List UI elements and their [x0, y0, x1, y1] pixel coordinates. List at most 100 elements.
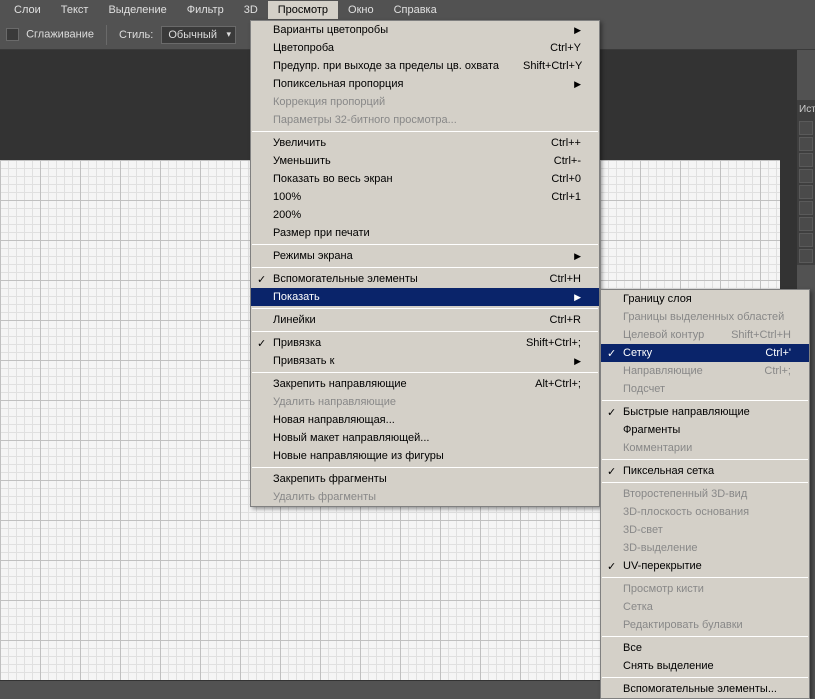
menu-shortcut: Ctrl+Y [526, 42, 581, 54]
menu-item-label: Удалить направляющие [273, 396, 396, 408]
menu-item-label: Размер при печати [273, 227, 370, 239]
menu-item[interactable]: Новая направляющая... [251, 411, 599, 429]
menu-item[interactable]: ✓СеткуCtrl+' [601, 344, 809, 362]
menu-shortcut: Ctrl+; [740, 365, 791, 377]
menubar-item-окно[interactable]: Окно [338, 1, 384, 19]
menubar-item-фильтр[interactable]: Фильтр [177, 1, 234, 19]
menu-item[interactable]: Показать▶ [251, 288, 599, 306]
menu-item-label: Привязать к [273, 355, 334, 367]
menu-item[interactable]: Предупр. при выходе за пределы цв. охват… [251, 57, 599, 75]
menu-item-label: Увеличить [273, 137, 326, 149]
panel-slot[interactable] [799, 233, 813, 247]
menu-item-label: 100% [273, 191, 301, 203]
menu-item[interactable]: Фрагменты [601, 421, 809, 439]
smoothing-checkbox-wrap[interactable]: Сглаживание [6, 28, 94, 41]
menu-item: НаправляющиеCtrl+; [601, 362, 809, 380]
menu-item-label: Режимы экрана [273, 250, 353, 262]
menu-item[interactable]: Границу слоя [601, 290, 809, 308]
menu-item[interactable]: Привязать к▶ [251, 352, 599, 370]
menu-item[interactable]: ✓Пиксельная сетка [601, 462, 809, 480]
menu-item[interactable]: ✓Вспомогательные элементыCtrl+H [251, 270, 599, 288]
menu-item[interactable]: ✓UV-перекрытие [601, 557, 809, 575]
panel-slot[interactable] [799, 153, 813, 167]
menu-item: 3D-свет [601, 521, 809, 539]
menu-item-label: Фрагменты [623, 424, 680, 436]
menubar-item-3d[interactable]: 3D [234, 1, 268, 19]
menu-item[interactable]: 100%Ctrl+1 [251, 188, 599, 206]
menu-item[interactable]: Режимы экрана ▶ [251, 247, 599, 265]
show-submenu: Границу слояГраницы выделенных областейЦ… [600, 289, 810, 699]
menu-item[interactable]: 200% [251, 206, 599, 224]
style-label: Стиль: [119, 29, 153, 41]
menu-item[interactable]: ✓ПривязкаShift+Ctrl+; [251, 334, 599, 352]
menu-item[interactable]: ЦветопробаCtrl+Y [251, 39, 599, 57]
menu-item: Сетка [601, 598, 809, 616]
panel-slot[interactable] [799, 137, 813, 151]
toolbar-separator [106, 25, 107, 45]
menu-item[interactable]: Размер при печати [251, 224, 599, 242]
menu-item-label: Варианты цветопробы [273, 24, 388, 36]
menu-item-label: Новые направляющие из фигуры [273, 450, 444, 462]
menu-item[interactable]: ЛинейкиCtrl+R [251, 311, 599, 329]
menu-item-label: Новый макет направляющей... [273, 432, 429, 444]
menu-item[interactable]: Варианты цветопробы▶ [251, 21, 599, 39]
menu-item: Просмотр кисти [601, 580, 809, 598]
menu-item: Второстепенный 3D-вид [601, 485, 809, 503]
history-tab[interactable]: Ист [797, 100, 815, 119]
menu-item-label: Сетка [623, 601, 653, 613]
menubar-item-просмотр[interactable]: Просмотр [268, 1, 338, 19]
menu-item[interactable]: Новый макет направляющей... [251, 429, 599, 447]
menubar-item-выделение[interactable]: Выделение [98, 1, 176, 19]
panel-slot[interactable] [799, 217, 813, 231]
menu-item[interactable]: Закрепить направляющиеAlt+Ctrl+; [251, 375, 599, 393]
panel-slot[interactable] [799, 249, 813, 263]
menu-item: Границы выделенных областей [601, 308, 809, 326]
menu-shortcut: Ctrl++ [527, 137, 581, 149]
style-value: Обычный [168, 29, 217, 41]
menubar-item-текст[interactable]: Текст [51, 1, 99, 19]
menu-item[interactable]: Попиксельная пропорция▶ [251, 75, 599, 93]
view-menu: Варианты цветопробы▶ЦветопробаCtrl+YПред… [250, 20, 600, 507]
check-icon: ✓ [607, 406, 616, 419]
menu-item: 3D-плоскость основания [601, 503, 809, 521]
menubar-item-слои[interactable]: Слои [4, 1, 51, 19]
submenu-arrow-icon: ▶ [550, 251, 581, 262]
panel-slot[interactable] [799, 201, 813, 215]
menu-separator [252, 467, 598, 468]
menu-separator [252, 131, 598, 132]
menu-item-label: 3D-плоскость основания [623, 506, 749, 518]
menu-item-label: Все [623, 642, 642, 654]
menu-item[interactable]: Новые направляющие из фигуры [251, 447, 599, 465]
menu-item[interactable]: Снять выделение [601, 657, 809, 675]
style-dropdown[interactable]: Обычный [161, 26, 236, 44]
panel-slot[interactable] [799, 121, 813, 135]
menu-shortcut: Ctrl+H [526, 273, 581, 285]
submenu-arrow-icon: ▶ [550, 292, 581, 303]
check-icon: ✓ [257, 273, 266, 286]
menu-item-label: Уменьшить [273, 155, 331, 167]
menubar-item-справка[interactable]: Справка [384, 1, 447, 19]
menu-separator [602, 482, 808, 483]
menu-item: Целевой контурShift+Ctrl+H [601, 326, 809, 344]
menu-item-label: Редактировать булавки [623, 619, 743, 631]
menu-item[interactable]: Увеличить Ctrl++ [251, 134, 599, 152]
menu-item[interactable]: Уменьшить Ctrl+- [251, 152, 599, 170]
menu-shortcut: Shift+Ctrl+; [502, 337, 581, 349]
menu-item-label: Коррекция пропорций [273, 96, 385, 108]
menu-item[interactable]: Показать во весь экранCtrl+0 [251, 170, 599, 188]
menu-item-label: Сетку [623, 347, 652, 359]
menu-separator [602, 577, 808, 578]
menu-item[interactable]: ✓Быстрые направляющие [601, 403, 809, 421]
menu-item[interactable]: Все [601, 639, 809, 657]
menu-item[interactable]: Закрепить фрагменты [251, 470, 599, 488]
menu-item[interactable]: Вспомогательные элементы... [601, 680, 809, 698]
menu-item-label: Целевой контур [623, 329, 704, 341]
panel-slot[interactable] [799, 185, 813, 199]
menu-item-label: Границу слоя [623, 293, 692, 305]
menu-separator [602, 459, 808, 460]
menu-shortcut: Ctrl+- [530, 155, 581, 167]
menu-item: Редактировать булавки [601, 616, 809, 634]
panel-slot[interactable] [799, 169, 813, 183]
menu-item-label: Предупр. при выходе за пределы цв. охват… [273, 60, 499, 72]
menu-separator [602, 400, 808, 401]
